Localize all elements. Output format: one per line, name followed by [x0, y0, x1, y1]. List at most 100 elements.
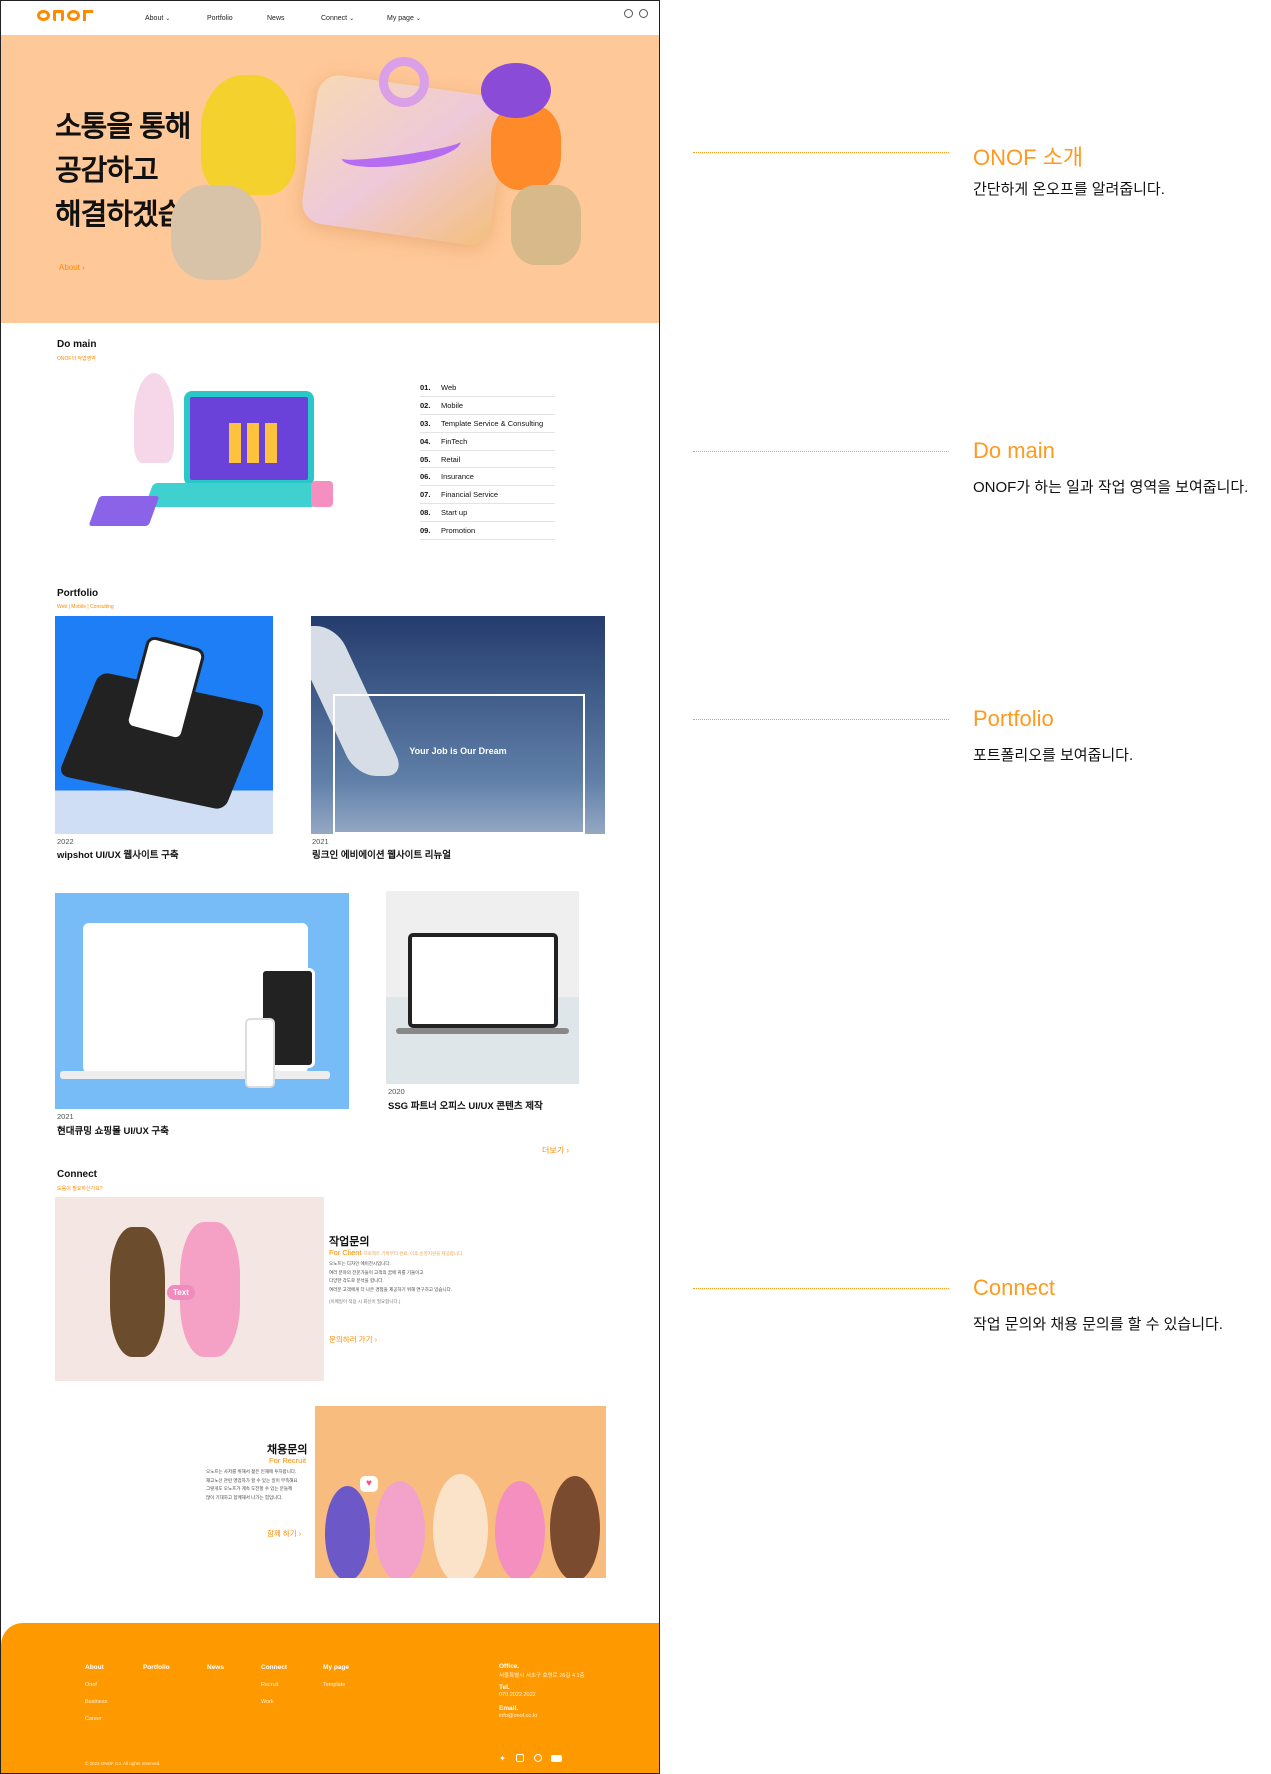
footer-subnav-item[interactable]: Recruit [261, 1682, 278, 1688]
nav-connect[interactable]: Connect ⌄ [321, 15, 354, 22]
portfolio-card-4[interactable] [386, 891, 579, 1084]
youtube-icon[interactable] [551, 1755, 562, 1762]
domain-illustration [88, 371, 349, 551]
portfolio-year-1: 2022 [57, 837, 74, 846]
footer-subnav-item[interactable]: Template [323, 1682, 345, 1688]
footer-nav-connect[interactable]: Connect [261, 1664, 287, 1671]
annotation-line-1 [693, 152, 949, 153]
portfolio-card-3[interactable] [55, 893, 349, 1109]
client-description: 오노프는 디자인 에이전시입니다. 여러 분야의 전문가들이 고객의 꿈에 귀를… [329, 1261, 453, 1304]
character-girl [110, 1227, 165, 1357]
globe-icon[interactable] [624, 9, 633, 18]
domain-list-item: 03. Template Service & Consulting [420, 415, 555, 433]
client-inquiry-link[interactable]: 문의하러 가기 › [329, 1334, 377, 1345]
recruit-illustration: ♥ [315, 1406, 606, 1578]
portfolio-subtitle: Web | Mobile | Consulting [57, 604, 114, 610]
annotation-desc-4: 작업 문의와 채용 문의를 할 수 있습니다. [973, 1316, 1223, 1333]
portfolio-year-2: 2021 [312, 837, 329, 846]
domain-item-number: 07. [420, 490, 431, 500]
footer-nav-portfolio[interactable]: Portfolio [143, 1664, 170, 1671]
annotation-title-2: Do main [973, 438, 1055, 463]
footer-email-label: Email. [499, 1705, 519, 1712]
footer-nav-news[interactable]: News [207, 1664, 224, 1671]
twitter-icon[interactable]: ✦ [498, 1754, 507, 1763]
site-header: About ⌄ Portfolio News Connect ⌄ My page ⌄ [1, 1, 659, 35]
character-group-1 [325, 1486, 370, 1578]
recruit-subtitle: For Recruit [269, 1456, 307, 1465]
footer-nav-about[interactable]: About [85, 1664, 104, 1671]
portfolio-title-2[interactable]: 링크인 에비에이션 웹사이트 리뉴얼 [312, 847, 451, 861]
nav-mypage[interactable]: My page ⌄ [387, 15, 421, 22]
portfolio-card-1[interactable] [55, 616, 273, 834]
footer-tel[interactable]: 070.2022.2022 [499, 1692, 536, 1698]
footer-subnav-item[interactable]: Business [85, 1699, 107, 1705]
domain-list-item: 01. Web [420, 379, 555, 397]
instagram-icon[interactable] [516, 1754, 524, 1762]
nav-portfolio[interactable]: Portfolio [207, 15, 233, 22]
domain-item-number: 06. [420, 472, 431, 482]
phone-mockup-small [245, 1018, 275, 1088]
hero-character-right-legs [511, 185, 581, 265]
client-illustration: Text [55, 1197, 324, 1381]
footer-copyright: © 2022 ONOF Co. All rights reserved. [85, 1761, 161, 1766]
annotation-desc-3: 포트폴리오를 보여줍니다. [973, 747, 1134, 764]
portfolio-year-3: 2021 [57, 1112, 74, 1121]
portfolio-card-2[interactable]: Your Job is Our Dream [311, 616, 605, 834]
nav-news[interactable]: News [267, 15, 285, 22]
bar-chart-shape [229, 423, 279, 463]
domain-item-label: Financial Service [441, 490, 499, 500]
hero-character-right-hair [481, 63, 551, 118]
footer-subnav-item[interactable]: Onof [85, 1682, 97, 1688]
facebook-icon[interactable] [534, 1754, 542, 1762]
domain-list-item: 09. Promotion [420, 522, 555, 541]
domain-item-number: 03. [420, 418, 431, 428]
clipboard-shape [88, 496, 160, 526]
portfolio-title-4[interactable]: SSG 파트너 오피스 UI/UX 콘텐츠 제작 [388, 1098, 543, 1112]
portfolio-more-link[interactable]: 더보기 › [542, 1145, 569, 1156]
footer-nav-my-page[interactable]: My page [323, 1664, 349, 1671]
portfolio-year-4: 2020 [388, 1087, 405, 1096]
laptop-mockup [408, 933, 558, 1028]
domain-item-label: Retail [441, 454, 461, 464]
character-group-2 [375, 1481, 425, 1578]
footer-subnav-item[interactable]: Career [85, 1716, 102, 1722]
domain-list-item: 05. Retail [420, 451, 555, 469]
annotation-line-4 [693, 1288, 949, 1289]
footer-tel-label: Tel. [499, 1684, 510, 1691]
domain-list-item: 04. FinTech [420, 433, 555, 451]
nav-about[interactable]: About ⌄ [145, 15, 170, 22]
footer-subnav-item[interactable]: Work [261, 1699, 274, 1705]
client-title: 작업문의 [329, 1236, 370, 1248]
rocket-shape [134, 373, 174, 463]
domain-list-item: 07. Financial Service [420, 486, 555, 505]
hero-about-link[interactable]: About › [59, 263, 85, 272]
recruit-join-link[interactable]: 함께 하기 › [267, 1528, 301, 1539]
desktop-stand [60, 1071, 330, 1079]
website-mockup: About ⌄ Portfolio News Connect ⌄ My page ⌄ … [0, 0, 660, 1774]
recruit-title: 채용문의 [267, 1444, 308, 1456]
user-icon[interactable] [639, 9, 648, 18]
domain-item-label: Insurance [441, 472, 474, 482]
domain-item-label: Promotion [441, 526, 476, 536]
character-group-4 [495, 1481, 545, 1578]
domain-item-label: Web [441, 382, 457, 392]
portfolio-title-1[interactable]: wipshot UI/UX 웹사이트 구축 [57, 847, 179, 861]
domain-item-number: 05. [420, 454, 431, 464]
domain-list: 01. Web 02. Mobile 03. Template Service & Con… [420, 379, 555, 541]
portfolio-screen-title: Your Job is Our Dream [409, 746, 507, 756]
domain-list-item: 08. Start up [420, 504, 555, 523]
laptop-mockup-base [396, 1028, 569, 1034]
footer-office: 서울특별시 서초구 효령로 26길 4 1층 [499, 1673, 585, 1679]
recruit-description: 오노프는 사저를 위해서 젊은 인재에 투자합니다. 재고노선 관련 영업자가 … [206, 1469, 298, 1500]
onof-logo[interactable] [37, 10, 93, 21]
annotation-title-3: Portfolio [973, 706, 1054, 731]
domain-title: Do main [57, 339, 97, 350]
footer-email[interactable]: info@onof.co.kr [499, 1713, 538, 1719]
annotation-title-1: ONOF 소개 [973, 145, 1084, 170]
character-group-5 [550, 1476, 600, 1578]
domain-item-label: Template Service & Consulting [441, 418, 544, 428]
hero-banner: 소통을 통해 공감하고 해결하겠습니다. About › [1, 35, 659, 323]
annotation-title-4: Connect [973, 1275, 1055, 1300]
portfolio-title-3[interactable]: 현대큐밍 쇼핑몰 UI/UX 구축 [57, 1123, 169, 1137]
hero-ring-shape [379, 57, 429, 107]
